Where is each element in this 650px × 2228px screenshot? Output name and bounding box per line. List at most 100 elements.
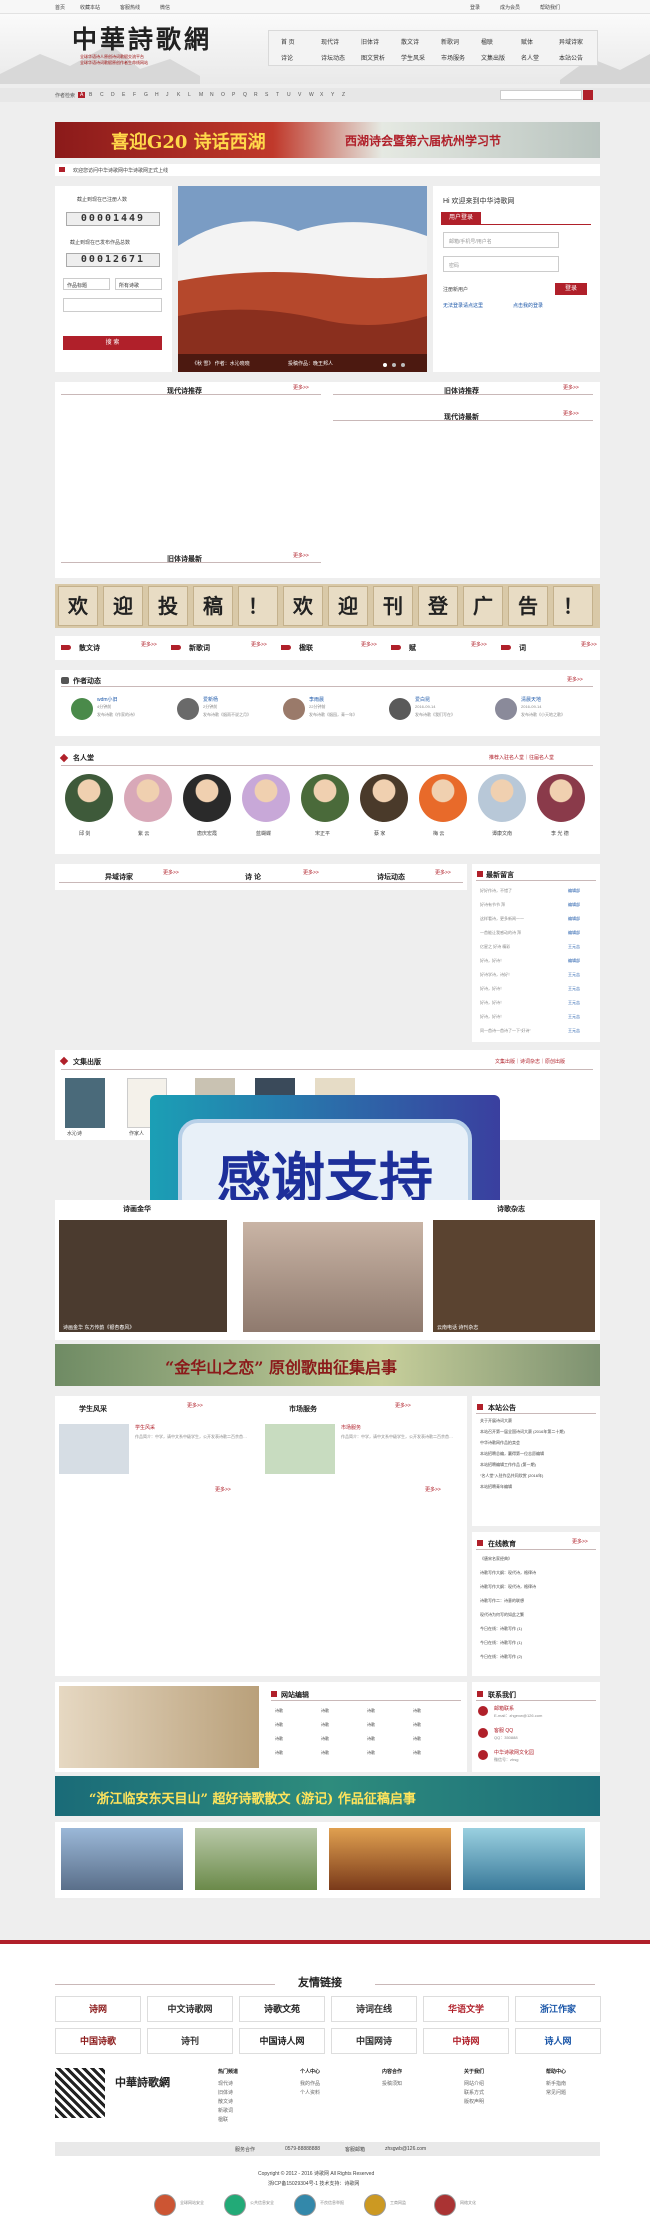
comment-author[interactable]: 王元吉 [568,944,580,950]
editor-item[interactable]: 诗歌 [367,1750,375,1756]
badge-label[interactable]: 工商网监 [390,2200,406,2206]
editor-item[interactable]: 诗歌 [275,1708,283,1714]
category-title[interactable]: 散文诗 [79,643,100,653]
nav-couplet[interactable]: 楹联 [481,37,493,46]
footer-link[interactable]: 散文诗 [218,2098,233,2107]
famous-name[interactable]: 李 光 德 [551,830,569,837]
student-name[interactable]: 学生风采 [135,1424,155,1431]
category-title[interactable]: 赋 [409,643,416,653]
famous-name[interactable]: 蔡 家 [374,830,385,837]
comment-author[interactable]: 编辑部 [568,958,580,964]
badge-icon[interactable] [364,2194,386,2216]
more-link[interactable]: 更多>> [251,641,267,648]
online-item[interactable]: 《唐宋名家经典》 [480,1556,598,1562]
alpha-letter[interactable]: H [155,92,159,98]
category-title[interactable]: 新歌词 [189,643,210,653]
editor-item[interactable]: 诗歌 [321,1750,329,1756]
alpha-letter[interactable]: X [320,92,323,98]
notice-text[interactable]: 欢迎您访问中华诗歌网中华诗歌网正式上线 [73,167,168,174]
friend-link[interactable]: 中国诗人网 [239,2028,325,2054]
search-button[interactable]: 搜 索 [63,336,162,350]
market-name[interactable]: 市场服务 [341,1424,361,1431]
alpha-letter[interactable]: P [232,92,235,98]
comment-text[interactable]: 好诗，好诗！ [480,1000,504,1006]
footer-link[interactable]: 常见问题 [546,2089,566,2098]
alpha-letter[interactable]: L [188,92,191,98]
alpha-letter[interactable]: B [89,92,92,98]
student-image[interactable] [59,1424,129,1474]
banner-tianmu[interactable]: “浙江临安东天目山” 超好诗歌散文 (游记) 作品征稿启事 [55,1776,600,1816]
editor-item[interactable]: 诗歌 [275,1750,283,1756]
author-avatar[interactable] [495,698,517,720]
famous-links[interactable]: 推荐入驻名人堂｜往届名人堂 [489,754,554,761]
friend-link[interactable]: 浙江作家 [515,1996,601,2022]
badge-icon[interactable] [434,2194,456,2216]
register-link[interactable]: 注册新用户 [443,286,468,293]
comment-author[interactable]: 编辑部 [568,888,580,894]
famous-name[interactable]: 邱 剑 [79,830,90,837]
badge-label[interactable]: 不良信息举报 [320,2200,344,2206]
alpha-letter[interactable]: O [221,92,225,98]
more-link[interactable]: 更多>> [303,869,319,876]
category-title[interactable]: 楹联 [299,643,313,653]
friend-link[interactable]: 诗歌文苑 [239,1996,325,2022]
famous-name[interactable]: 唐庆宏霞 [197,830,217,837]
alpha-letter[interactable]: F [133,92,136,98]
contact-label[interactable]: 中华诗歌网文化园 [494,1749,534,1756]
online-item[interactable]: 今日在线：诗歌写作 (2) [480,1654,598,1660]
nav-fu[interactable]: 赋体 [521,37,533,46]
famous-avatar[interactable] [65,774,113,822]
nav-prose[interactable]: 散文诗 [401,37,419,46]
famous-name[interactable]: 蓝蝴蝶 [256,830,271,837]
announce-item[interactable]: 关于开展诗词大赛 [480,1418,598,1424]
friend-link[interactable]: 诗人网 [515,2028,601,2054]
badge-icon[interactable] [294,2194,316,2216]
contact-label[interactable]: 邮箱联系 [494,1705,514,1712]
type-select[interactable]: 所有诗歌 [115,278,162,290]
zazhi-image[interactable] [433,1220,595,1332]
editor-item[interactable]: 诗歌 [413,1736,421,1742]
alpha-letter[interactable]: N [210,92,214,98]
more-link[interactable]: 更多>> [581,641,597,648]
contact-sub[interactable]: QQ：350888 [494,1735,518,1741]
nav-lyrics[interactable]: 新歌词 [441,37,459,46]
nav-home[interactable]: 首 页 [281,37,295,46]
contact-label[interactable]: 客服 QQ [494,1727,513,1734]
alpha-letter[interactable]: W [309,92,314,98]
nav-foreign[interactable]: 异域诗家 [559,37,583,46]
friend-link[interactable]: 中国诗歌 [55,2028,141,2054]
announce-item[interactable]: 本站招聘编辑工作作品 (第一期) [480,1462,598,1468]
friend-link[interactable]: 中文诗歌网 [147,1996,233,2022]
nav-lun[interactable]: 诗论 [281,53,293,62]
online-item[interactable]: 现代诗为何写的如此之繁 [480,1612,598,1618]
badge-icon[interactable] [154,2194,176,2216]
friend-link[interactable]: 华语文学 [423,1996,509,2022]
market-image[interactable] [265,1424,335,1474]
nav-market[interactable]: 市场服务 [441,53,465,62]
friend-link[interactable]: 诗词在线 [331,1996,417,2022]
comment-text[interactable]: 好好作诗，不错了 [480,888,512,894]
editor-item[interactable]: 诗歌 [413,1722,421,1728]
site-logo[interactable]: 中華詩歌網 [72,20,212,56]
alpha-letter[interactable]: R [254,92,258,98]
footer-link[interactable]: 版权声明 [464,2098,484,2107]
online-item[interactable]: 诗歌写作大纲：现代诗，格律诗 [480,1584,598,1590]
more-link[interactable]: 更多>> [572,1538,588,1545]
comment-text[interactable]: 好诗，好诗！ [480,958,504,964]
nav-notice[interactable]: 本站公告 [559,53,583,62]
topbar-weixin[interactable]: 微信 [160,4,170,11]
alpha-letter[interactable]: A [78,92,86,98]
more-link[interactable]: 更多>> [563,410,579,417]
more-link[interactable]: 更多>> [563,384,579,391]
editor-item[interactable]: 诗歌 [367,1708,375,1714]
famous-avatar[interactable] [242,774,290,822]
editor-item[interactable]: 诗歌 [275,1722,283,1728]
comment-text[interactable]: 好诗，好诗！ [480,986,504,992]
login-button[interactable]: 登录 [555,283,587,295]
topbar-login[interactable]: 登录 [470,4,480,11]
nav-pics[interactable]: 图文赏析 [361,53,385,62]
topbar-home[interactable]: 首页 [55,4,65,11]
category-title[interactable]: 词 [519,643,526,653]
contact-sub[interactable]: E-mail：zhgexw@126.com [494,1713,542,1719]
comment-text[interactable]: 好诗，好诗！ [480,1014,504,1020]
